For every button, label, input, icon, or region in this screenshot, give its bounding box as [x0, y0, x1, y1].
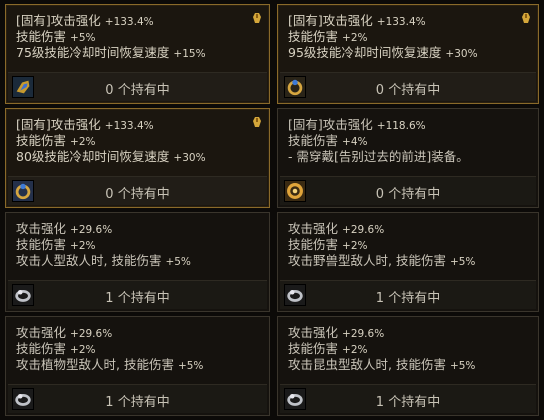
option-line: 技能伤害 +5% [16, 29, 96, 44]
option-line: 95级技能冷却时间恢复速度 +30% [288, 45, 478, 60]
card-grid: [固有]攻击强化 +133.4% 技能伤害 +5% 75级技能冷却时间恢复速度 +15… [0, 0, 544, 420]
option-line: 技能伤害 +2% [288, 237, 368, 252]
card-footer: 1 个持有中 [280, 280, 536, 309]
option-line: 技能伤害 +2% [16, 341, 96, 356]
owned-count: 0 个持有中 [105, 83, 170, 98]
pin-icon[interactable] [520, 11, 532, 25]
owned-count: 0 个持有中 [375, 83, 441, 98]
option-line: 攻击人型敌人时, 技能伤害 +5% [16, 253, 191, 268]
owned-count: 1 个持有中 [375, 395, 441, 410]
option-line: 攻击强化 +29.6% [16, 325, 113, 340]
option-line: 攻击植物型敌人时, 技能伤害 +5% [16, 357, 204, 372]
option-card[interactable]: 攻击强化 +29.6% 技能伤害 +2% 攻击昆虫型敌人时, 技能伤害 +5% 1 个… [277, 316, 539, 416]
option-line: 攻击昆虫型敌人时, 技能伤害 +5% [288, 357, 476, 372]
option-line: [固有]攻击强化 +133.4% [288, 13, 426, 28]
option-line: 攻击强化 +29.6% [16, 221, 113, 236]
option-line: [固有]攻击强化 +118.6% [288, 117, 426, 132]
card-footer: 0 个持有中 [8, 176, 267, 205]
option-line: 80级技能冷却时间恢复速度 +30% [16, 149, 206, 164]
card-footer: 0 个持有中 [280, 72, 536, 101]
owned-count: 1 个持有中 [105, 395, 170, 410]
owned-count: 0 个持有中 [105, 187, 170, 202]
pin-icon[interactable] [251, 11, 263, 25]
option-card[interactable]: [固有]攻击强化 +133.4% 技能伤害 +2% 95级技能冷却时间恢复速度 +30… [277, 4, 539, 104]
option-card[interactable]: 攻击强化 +29.6% 技能伤害 +2% 攻击野兽型敌人时, 技能伤害 +5% 1 个… [277, 212, 539, 312]
pin-icon[interactable] [251, 115, 263, 129]
card-footer: 0 个持有中 [280, 176, 536, 205]
option-line: 攻击野兽型敌人时, 技能伤害 +5% [288, 253, 476, 268]
option-line: 技能伤害 +2% [288, 341, 368, 356]
option-line: [固有]攻击强化 +133.4% [16, 13, 154, 28]
option-card[interactable]: 攻击强化 +29.6% 技能伤害 +2% 攻击植物型敌人时, 技能伤害 +5% 1 个… [5, 316, 270, 416]
option-line: 75级技能冷却时间恢复速度 +15% [16, 45, 206, 60]
option-line: 技能伤害 +2% [16, 237, 96, 252]
requirement-note: - 需穿戴[告别过去的前进]装备。 [288, 149, 469, 164]
option-line: 技能伤害 +4% [288, 133, 368, 148]
card-footer: 0 个持有中 [8, 72, 267, 101]
option-card[interactable]: 攻击强化 +29.6% 技能伤害 +2% 攻击人型敌人时, 技能伤害 +5% 1 个持… [5, 212, 270, 312]
option-line: 攻击强化 +29.6% [288, 325, 385, 340]
option-line: 技能伤害 +2% [288, 29, 368, 44]
option-line: 攻击强化 +29.6% [288, 221, 385, 236]
option-card[interactable]: [固有]攻击强化 +133.4% 技能伤害 +2% 80级技能冷却时间恢复速度 +30… [5, 108, 270, 208]
owned-count: 1 个持有中 [375, 291, 441, 306]
option-card[interactable]: [固有]攻击强化 +118.6% 技能伤害 +4% - 需穿戴[告别过去的前进]装备… [277, 108, 539, 208]
card-footer: 1 个持有中 [280, 384, 536, 413]
owned-count: 0 个持有中 [375, 187, 441, 202]
option-card[interactable]: [固有]攻击强化 +133.4% 技能伤害 +5% 75级技能冷却时间恢复速度 +15… [5, 4, 270, 104]
option-line: [固有]攻击强化 +133.4% [16, 117, 154, 132]
card-footer: 1 个持有中 [8, 280, 267, 309]
option-line: 技能伤害 +2% [16, 133, 96, 148]
owned-count: 1 个持有中 [105, 291, 170, 306]
card-footer: 1 个持有中 [8, 384, 267, 413]
